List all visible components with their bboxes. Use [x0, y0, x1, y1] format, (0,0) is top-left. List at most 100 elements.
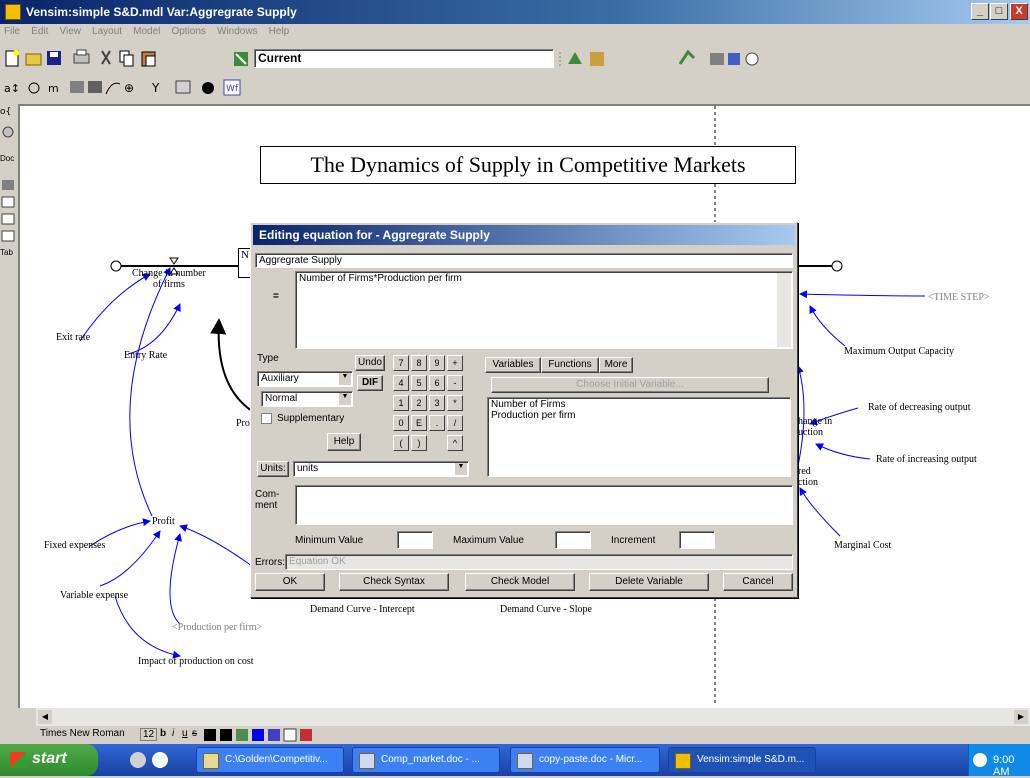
maximum-value-input[interactable] — [555, 531, 591, 549]
task-word-copy-paste[interactable]: copy-paste.doc - Micr... — [510, 747, 660, 773]
units-label-button[interactable]: Units: — [257, 461, 289, 477]
tab-more[interactable]: More — [599, 357, 633, 373]
font-name-select[interactable]: Times New Roman — [40, 728, 125, 739]
choose-initial-variable-button[interactable]: Choose Initial Variable... — [491, 377, 769, 393]
arrow-color-icon[interactable] — [252, 729, 264, 741]
comment-textarea[interactable] — [295, 485, 793, 525]
fixed-expenses-label[interactable]: Fixed expenses — [44, 540, 105, 551]
new-model-icon[interactable] — [5, 50, 19, 67]
minimize-button[interactable]: _ — [971, 3, 989, 20]
rate-decreasing-output-label[interactable]: Rate of decreasing output — [868, 402, 970, 413]
diagram-title-box[interactable]: The Dynamics of Supply in Competitive Ma… — [260, 146, 796, 184]
demand-intercept-label[interactable]: Demand Curve - Intercept — [310, 604, 415, 615]
keypad-minus[interactable]: - — [447, 375, 463, 391]
keypad-4[interactable]: 4 — [393, 375, 409, 391]
keypad-power[interactable]: ^ — [447, 435, 463, 451]
doc-tool-label[interactable]: Doc — [0, 154, 14, 163]
keypad-9[interactable]: 9 — [429, 355, 445, 371]
copy-icon[interactable] — [119, 50, 134, 67]
exit-rate-label[interactable]: Exit rate — [56, 332, 90, 343]
chevron-down-icon[interactable]: ▼ — [339, 393, 351, 405]
variable-expense-label[interactable]: Variable expense — [60, 590, 128, 601]
keypad-5[interactable]: 5 — [411, 375, 427, 391]
supplementary-checkbox[interactable] — [261, 413, 272, 424]
causes-strip-icon[interactable] — [2, 180, 14, 190]
text-color-icon[interactable] — [204, 729, 216, 741]
maximize-button[interactable]: □ — [990, 3, 1008, 20]
help-button[interactable]: Help — [327, 433, 361, 451]
set-run-name-icon[interactable] — [234, 52, 248, 66]
run-name-input[interactable]: Current — [254, 49, 554, 68]
causes-tree-icon[interactable]: o{ — [0, 107, 11, 117]
menu-windows[interactable]: Windows — [213, 24, 262, 39]
menu-view[interactable]: View — [55, 24, 85, 39]
strikethrough-toggle[interactable]: s — [192, 728, 197, 739]
keypad-8[interactable]: 8 — [411, 355, 427, 371]
list-item[interactable]: Number of Firms — [491, 399, 787, 410]
border-color-icon[interactable] — [220, 729, 232, 741]
horizontal-scrollbar[interactable]: ◀ ▶ — [36, 708, 1030, 726]
delete-tool-icon[interactable] — [202, 82, 214, 94]
check-model-button[interactable]: Check Model — [465, 573, 575, 591]
info-icon[interactable] — [745, 52, 759, 66]
variables-list[interactable]: Number of Firms Production per firm — [487, 397, 791, 477]
chevron-down-icon[interactable]: ▼ — [339, 373, 351, 385]
subtype-select[interactable]: Normal ▼ — [261, 391, 353, 407]
font-size-select[interactable]: 12 — [140, 728, 158, 741]
open-model-icon[interactable] — [25, 53, 42, 66]
clock[interactable]: 9:00 AM — [993, 754, 1014, 778]
production-per-firm-label[interactable]: Pro — [236, 418, 250, 429]
production-per-firm-shadow-label[interactable]: <Production per firm> — [172, 622, 262, 633]
simulate-icon[interactable] — [568, 52, 582, 64]
cancel-button[interactable]: Cancel — [723, 573, 793, 591]
runs-compare-icon[interactable] — [1, 230, 15, 242]
print-icon[interactable] — [73, 49, 90, 64]
underline-toggle[interactable]: u — [182, 728, 188, 739]
increment-input[interactable] — [679, 531, 715, 549]
units-select[interactable]: units ▼ — [293, 461, 469, 477]
menu-edit[interactable]: Edit — [27, 24, 52, 39]
keypad-2[interactable]: 2 — [411, 395, 427, 411]
task-folder[interactable]: C:\Golden\Competitiv... — [196, 747, 344, 773]
undo-button[interactable]: Undo — [355, 355, 385, 371]
menu-model[interactable]: Model — [129, 24, 164, 39]
max-output-capacity-label[interactable]: Maximum Output Capacity — [844, 346, 954, 357]
task-word-comp-market[interactable]: Comp_market.doc - ... — [352, 747, 500, 773]
cut-icon[interactable] — [101, 50, 111, 65]
time-step-shadow-label[interactable]: <TIME STEP> — [928, 292, 990, 303]
rate-tool-icon[interactable] — [105, 82, 121, 95]
desired-production-label[interactable]: red ction — [798, 466, 818, 488]
impact-production-cost-label[interactable]: Impact of production on cost — [138, 656, 254, 667]
keypad-7[interactable]: 7 — [393, 355, 409, 371]
tab-variables[interactable]: Variables — [485, 357, 541, 373]
keypad-e[interactable]: E — [411, 415, 427, 431]
minimum-value-input[interactable] — [397, 531, 433, 549]
optimize-icon[interactable] — [728, 53, 740, 65]
list-item[interactable]: Production per firm — [491, 410, 787, 421]
keypad-plus[interactable]: + — [447, 355, 463, 371]
rate-increasing-output-label[interactable]: Rate of increasing output — [876, 454, 977, 465]
paste-icon[interactable] — [141, 51, 156, 67]
keypad-open-paren[interactable]: ( — [393, 435, 409, 451]
bold-toggle[interactable]: b — [160, 728, 166, 739]
close-button[interactable]: X — [1010, 3, 1028, 20]
quicklaunch-ie-icon[interactable] — [152, 752, 168, 768]
keypad-divide[interactable]: / — [447, 415, 463, 431]
check-syntax-button[interactable]: Check Syntax — [339, 573, 449, 591]
demand-slope-label[interactable]: Demand Curve - Slope — [500, 604, 592, 615]
tab-functions[interactable]: Functions — [541, 357, 599, 373]
scroll-left-icon[interactable]: ◀ — [38, 710, 52, 724]
delete-variable-button[interactable]: Delete Variable — [589, 573, 709, 591]
marginal-cost-label[interactable]: Marginal Cost — [834, 540, 891, 551]
ok-button[interactable]: OK — [255, 573, 325, 591]
table-time-label[interactable]: Tab — [0, 248, 13, 257]
fill-color-icon[interactable] — [236, 729, 248, 741]
quicklaunch-desktop-icon[interactable] — [130, 752, 146, 768]
type-select[interactable]: Auxiliary ▼ — [257, 371, 353, 387]
model-variable-icon[interactable]: Y — [151, 81, 160, 95]
graph-icon[interactable] — [1, 196, 15, 208]
comment-tool-icon[interactable] — [175, 80, 191, 94]
start-button[interactable]: start — [0, 744, 98, 776]
menu-file[interactable]: File — [0, 24, 24, 39]
scroll-right-icon[interactable]: ▶ — [1014, 710, 1028, 724]
